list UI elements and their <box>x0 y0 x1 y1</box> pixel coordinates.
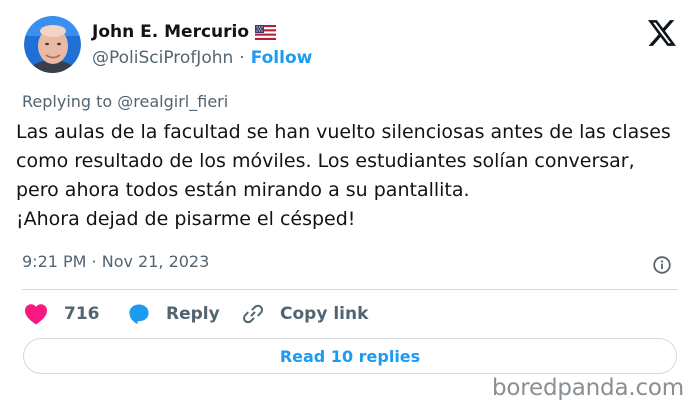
author-handle-row: @PoliSciProfJohn · Follow <box>92 46 312 70</box>
copy-link-button[interactable]: Copy link <box>242 298 368 330</box>
author-handle[interactable]: @PoliSciProfJohn <box>92 48 233 68</box>
copy-link-label: Copy link <box>280 304 369 324</box>
avatar-image <box>24 16 81 73</box>
tweet-line: pero ahora todos están mirando a su pant… <box>16 179 470 201</box>
tweet-text: Las aulas de la facultad se han vuelto s… <box>16 118 686 234</box>
tweet-line: Las aulas de la facultad se han vuelto s… <box>16 121 671 143</box>
like-button[interactable]: 716 <box>24 298 100 330</box>
author-name[interactable]: John E. Mercurio <box>92 22 249 42</box>
tweet-timestamp[interactable]: 9:21 PM · Nov 21, 2023 <box>22 252 209 271</box>
reply-button[interactable]: Reply <box>128 298 220 330</box>
heart-icon <box>25 304 47 325</box>
read-replies-button[interactable]: Read 10 replies <box>23 338 677 374</box>
tweet-line: como resultado de los móviles. Los estud… <box>16 150 635 172</box>
tweet-line: ¡Ahora dejad de pisarme el césped! <box>16 208 356 230</box>
author-name-row: John E. Mercurio <box>92 20 277 44</box>
like-count: 716 <box>64 304 100 324</box>
separator-dot: · <box>239 48 245 68</box>
divider <box>22 289 678 290</box>
info-icon[interactable] <box>652 255 672 275</box>
us-flag-icon <box>255 24 277 40</box>
reply-label: Reply <box>166 304 220 324</box>
tweet-card: John E. Mercurio @PoliSciProfJohn · Foll… <box>0 0 700 410</box>
avatar[interactable] <box>24 16 81 73</box>
x-logo-icon[interactable] <box>648 20 676 46</box>
link-icon <box>243 304 263 324</box>
follow-button[interactable]: Follow <box>251 48 313 68</box>
replying-to-text: Replying to @realgirl_fieri <box>22 92 229 111</box>
watermark: boredpanda.com <box>492 375 684 401</box>
action-bar: 716 Reply Copy link <box>0 298 700 330</box>
reply-bubble-icon <box>129 304 149 324</box>
